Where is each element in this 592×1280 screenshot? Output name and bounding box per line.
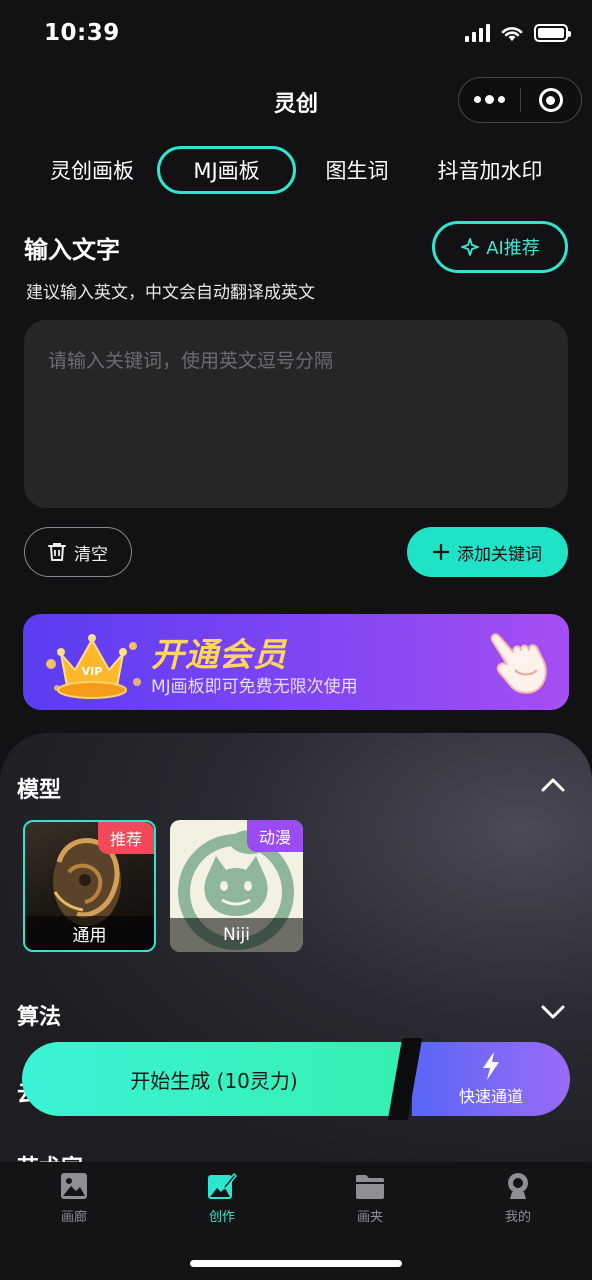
chevron-down-icon[interactable] bbox=[540, 1003, 566, 1021]
gallery-icon bbox=[61, 1173, 87, 1199]
model-badge-anime: 动漫 bbox=[246, 820, 303, 852]
ai-recommend-label: AI推荐 bbox=[486, 238, 540, 259]
algorithm-section-title: 算法 bbox=[17, 1005, 62, 1030]
model-card-niji[interactable]: 动漫 Niji bbox=[170, 820, 303, 952]
vip-banner-subtitle: MJ画板即可免费无限次使用 bbox=[151, 677, 358, 697]
battery-icon bbox=[534, 24, 571, 42]
tab-mj-board[interactable]: MJ画板 bbox=[157, 146, 296, 194]
model-section-title: 模型 bbox=[17, 778, 62, 803]
ai-recommend-button[interactable]: AI推荐 bbox=[432, 221, 568, 273]
nav-gallery-label: 画廊 bbox=[60, 1210, 87, 1225]
crown-icon: VIP bbox=[46, 634, 141, 699]
tab-lingchuang-board[interactable]: 灵创画板 bbox=[36, 146, 148, 194]
model-name-general: 通用 bbox=[25, 916, 154, 950]
add-keyword-label: 添加关键词 bbox=[457, 544, 542, 565]
wifi-icon bbox=[501, 27, 523, 41]
tab-douyin-watermark[interactable]: 抖音加水印 bbox=[422, 146, 558, 194]
nav-profile[interactable]: 我的 bbox=[444, 1172, 592, 1225]
nav-create-label: 创作 bbox=[208, 1210, 235, 1225]
nav-gallery[interactable]: 画廊 bbox=[0, 1172, 148, 1225]
nav-create[interactable]: 创作 bbox=[148, 1172, 296, 1225]
start-generate-label: 开始生成 (10灵力) bbox=[130, 1068, 298, 1093]
generate-bar: 开始生成 (10灵力) 快速通道 bbox=[22, 1038, 570, 1120]
profile-icon bbox=[508, 1173, 528, 1199]
mini-program-capsule bbox=[458, 77, 582, 123]
model-badge-recommended: 推荐 bbox=[97, 822, 154, 854]
folder-icon bbox=[356, 1175, 384, 1199]
vip-banner-title: 开通会员 bbox=[151, 635, 287, 674]
start-generate-button[interactable]: 开始生成 (10灵力) bbox=[22, 1042, 406, 1116]
sparkle-icon bbox=[461, 238, 480, 256]
home-indicator bbox=[190, 1260, 402, 1267]
more-button[interactable] bbox=[459, 78, 520, 122]
nav-folder[interactable]: 画夹 bbox=[296, 1172, 444, 1225]
keyword-input[interactable] bbox=[24, 320, 568, 508]
chevron-up-icon[interactable] bbox=[540, 776, 566, 794]
fast-channel-button[interactable]: 快速通道 bbox=[412, 1042, 570, 1116]
target-icon bbox=[538, 88, 563, 112]
fast-channel-label: 快速通道 bbox=[458, 1087, 523, 1106]
create-icon bbox=[208, 1172, 237, 1199]
clear-button[interactable]: 清空 bbox=[24, 527, 132, 577]
model-name-niji: Niji bbox=[170, 918, 303, 952]
tab-image-to-prompt[interactable]: 图生词 bbox=[312, 146, 402, 194]
nav-folder-label: 画夹 bbox=[356, 1210, 383, 1225]
input-section-title: 输入文字 bbox=[24, 236, 120, 264]
vip-banner[interactable]: VIP 开通会员 MJ画板即可免费无限次使用 bbox=[23, 614, 569, 710]
close-miniprogram-button[interactable] bbox=[520, 78, 581, 122]
add-keyword-button[interactable]: 添加关键词 bbox=[407, 527, 568, 577]
input-section-hint: 建议输入英文，中文会自动翻译成英文 bbox=[26, 283, 315, 303]
trash-icon bbox=[48, 543, 66, 561]
lightning-icon bbox=[483, 1052, 499, 1080]
status-icons bbox=[465, 24, 571, 42]
model-card-general[interactable]: 推荐 通用 bbox=[23, 820, 156, 952]
cellular-signal-icon bbox=[465, 24, 490, 42]
svg-text:VIP: VIP bbox=[82, 665, 103, 678]
pointing-hand-icon bbox=[490, 633, 547, 694]
status-time: 10:39 bbox=[44, 20, 120, 46]
more-dots-icon bbox=[473, 95, 505, 104]
nav-profile-label: 我的 bbox=[504, 1210, 531, 1225]
clear-label: 清空 bbox=[74, 544, 108, 565]
plus-icon bbox=[433, 544, 449, 560]
